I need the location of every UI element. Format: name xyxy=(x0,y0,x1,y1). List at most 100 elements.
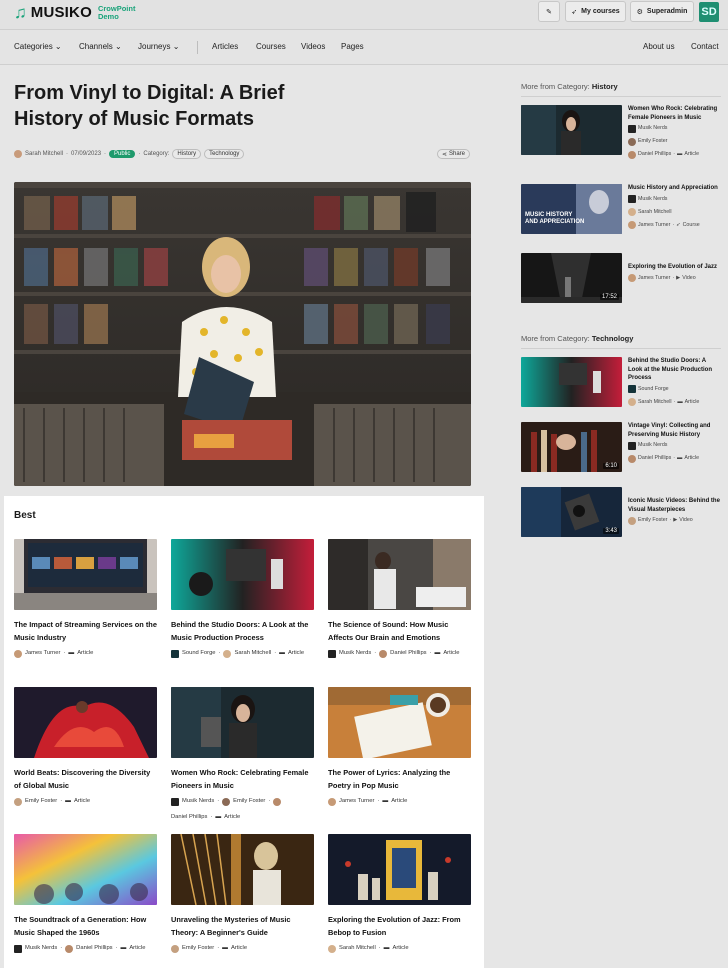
item-thumbnail[interactable] xyxy=(521,105,622,155)
item-title[interactable]: Music History and Appreciation xyxy=(628,184,721,193)
thumbnail-overlay-text: MUSIC HISTORY AND APPRECIATION xyxy=(525,212,585,225)
category-tag-history[interactable]: History xyxy=(172,149,202,159)
nav-pages[interactable]: Pages xyxy=(341,42,364,51)
rocket-icon: ➶ xyxy=(676,221,681,228)
channel-name[interactable]: Sound Forge xyxy=(182,647,216,660)
superadmin-label: Superadmin xyxy=(646,8,688,15)
card-thumbnail[interactable] xyxy=(328,539,471,610)
nav-videos[interactable]: Videos xyxy=(301,42,325,51)
site-logo[interactable]: ♫ MUSIKO CrowPoint Demo xyxy=(14,4,135,21)
author-name[interactable]: Emily Foster xyxy=(182,942,214,955)
nav-courses[interactable]: Courses xyxy=(256,42,286,51)
best-card[interactable]: The Impact of Streaming Services on the … xyxy=(14,539,157,660)
item-title[interactable]: Women Who Rock: Celebrating Female Pione… xyxy=(628,105,721,122)
publish-date: 07/09/2023 xyxy=(71,151,102,157)
superadmin-button[interactable]: ⚙ Superadmin xyxy=(630,1,694,22)
card-title[interactable]: The Science of Sound: How Music Affects … xyxy=(328,618,471,644)
category-link[interactable]: History xyxy=(592,82,618,91)
nav-categories[interactable]: Categories ⌄ xyxy=(14,42,62,51)
best-card[interactable]: Exploring the Evolution of Jazz: From Be… xyxy=(328,834,471,955)
author-avatar xyxy=(14,649,22,658)
card-thumbnail[interactable] xyxy=(14,687,157,758)
card-title[interactable]: World Beats: Discovering the Diversity o… xyxy=(14,766,157,792)
nav-journeys[interactable]: Journeys ⌄ xyxy=(138,42,179,51)
author-avatar xyxy=(628,454,636,463)
sidebar-item[interactable]: MUSIC HISTORY AND APPRECIATION Music His… xyxy=(521,184,721,234)
card-title[interactable]: Exploring the Evolution of Jazz: From Be… xyxy=(328,913,471,939)
category-link[interactable]: Technology xyxy=(592,334,634,343)
channel-name[interactable]: Musik Nerds xyxy=(339,647,371,660)
card-thumbnail[interactable] xyxy=(328,834,471,905)
author-name[interactable]: Daniel Phillips xyxy=(171,811,207,824)
nav-channels[interactable]: Channels ⌄ xyxy=(79,42,122,51)
author-avatar xyxy=(628,398,636,406)
item-title[interactable]: Behind the Studio Doors: A Look at the M… xyxy=(628,357,721,383)
nav-articles[interactable]: Articles xyxy=(212,42,238,51)
card-thumbnail[interactable] xyxy=(328,687,471,758)
nav-contact[interactable]: Contact xyxy=(691,42,719,51)
sidebar-item[interactable]: 17:52 Exploring the Evolution of Jazz Ja… xyxy=(521,253,721,303)
sidebar-item[interactable]: 3:43 Iconic Music Videos: Behind the Vis… xyxy=(521,487,721,537)
play-icon: ▶ xyxy=(676,274,681,281)
card-meta: Musik Nerds · Daniel Phillips · ▬ Article xyxy=(14,942,157,955)
author-name[interactable]: Sarah Mitchell xyxy=(234,647,271,660)
item-thumbnail[interactable]: MUSIC HISTORY AND APPRECIATION xyxy=(521,184,622,234)
best-card[interactable]: The Soundtrack of a Generation: How Musi… xyxy=(14,834,157,955)
sidebar-item[interactable]: Behind the Studio Doors: A Look at the M… xyxy=(521,357,721,407)
card-thumbnail[interactable] xyxy=(14,834,157,905)
share-button[interactable]: ⋖ Share xyxy=(437,149,470,159)
article-icon: ▬ xyxy=(120,945,127,951)
card-title[interactable]: Women Who Rock: Celebrating Female Pione… xyxy=(171,766,314,792)
item-thumbnail[interactable]: 3:43 xyxy=(521,487,622,537)
card-meta: Musik Nerds · Emily Foster · Daniel Philli… xyxy=(171,795,314,824)
sidebar-item[interactable]: Women Who Rock: Celebrating Female Pione… xyxy=(521,105,721,159)
item-title[interactable]: Iconic Music Videos: Behind the Visual M… xyxy=(628,497,721,514)
channel-name[interactable]: Musik Nerds xyxy=(182,795,214,808)
category-tag-technology[interactable]: Technology xyxy=(204,149,245,159)
item-thumbnail[interactable] xyxy=(521,357,622,407)
divider xyxy=(521,96,721,97)
card-title[interactable]: Behind the Studio Doors: A Look at the M… xyxy=(171,618,314,644)
author-name[interactable]: James Turner xyxy=(339,795,374,808)
author-name[interactable]: James Turner xyxy=(25,647,60,660)
channel-avatar xyxy=(328,649,336,658)
best-card[interactable]: Behind the Studio Doors: A Look at the M… xyxy=(171,539,314,660)
content-type: Article xyxy=(77,650,94,656)
author-name[interactable]: Daniel Phillips xyxy=(76,942,112,955)
best-card[interactable]: The Power of Lyrics: Analyzing the Poetr… xyxy=(328,687,471,808)
video-duration: 3:43 xyxy=(603,528,619,534)
item-thumbnail[interactable]: 17:52 xyxy=(521,253,622,303)
author-name[interactable]: Sarah Mitchell xyxy=(25,151,63,157)
card-thumbnail[interactable] xyxy=(171,539,314,610)
item-meta: Musik Nerds xyxy=(628,122,721,135)
sidebar-item[interactable]: 6:10 Vintage Vinyl: Collecting and Prese… xyxy=(521,422,721,472)
card-title[interactable]: The Impact of Streaming Services on the … xyxy=(14,618,157,644)
author-avatar xyxy=(171,944,179,953)
item-title[interactable]: Vintage Vinyl: Collecting and Preserving… xyxy=(628,422,721,439)
card-thumbnail[interactable] xyxy=(171,687,314,758)
my-courses-button[interactable]: ➶ My courses xyxy=(565,1,626,22)
best-card[interactable]: Women Who Rock: Celebrating Female Pione… xyxy=(171,687,314,824)
item-title[interactable]: Exploring the Evolution of Jazz xyxy=(628,263,721,272)
nav-about[interactable]: About us xyxy=(643,42,675,51)
best-card[interactable]: Unraveling the Mysteries of Music Theory… xyxy=(171,834,314,955)
user-avatar[interactable]: SD xyxy=(699,2,719,22)
card-thumbnail[interactable] xyxy=(14,539,157,610)
divider xyxy=(521,348,721,349)
card-thumbnail[interactable] xyxy=(171,834,314,905)
card-title[interactable]: The Soundtrack of a Generation: How Musi… xyxy=(14,913,157,939)
author-name[interactable]: Sarah Mitchell xyxy=(339,942,376,955)
channel-name[interactable]: Musik Nerds xyxy=(25,942,57,955)
best-card[interactable]: The Science of Sound: How Music Affects … xyxy=(328,539,471,660)
edit-button[interactable]: ✎ xyxy=(538,1,560,22)
best-card[interactable]: World Beats: Discovering the Diversity o… xyxy=(14,687,157,808)
card-title[interactable]: The Power of Lyrics: Analyzing the Poetr… xyxy=(328,766,471,792)
author-name[interactable]: Emily Foster xyxy=(25,795,57,808)
article-icon: ▬ xyxy=(215,814,222,820)
card-title[interactable]: Unraveling the Mysteries of Music Theory… xyxy=(171,913,314,939)
author-name[interactable]: Daniel Phillips xyxy=(390,647,426,660)
item-thumbnail[interactable]: 6:10 xyxy=(521,422,622,472)
content-type: Article xyxy=(73,798,91,804)
author-name[interactable]: Emily Foster xyxy=(233,795,265,808)
top-bar: ♫ MUSIKO CrowPoint Demo ✎ ➶ My courses ⚙ … xyxy=(0,0,728,30)
